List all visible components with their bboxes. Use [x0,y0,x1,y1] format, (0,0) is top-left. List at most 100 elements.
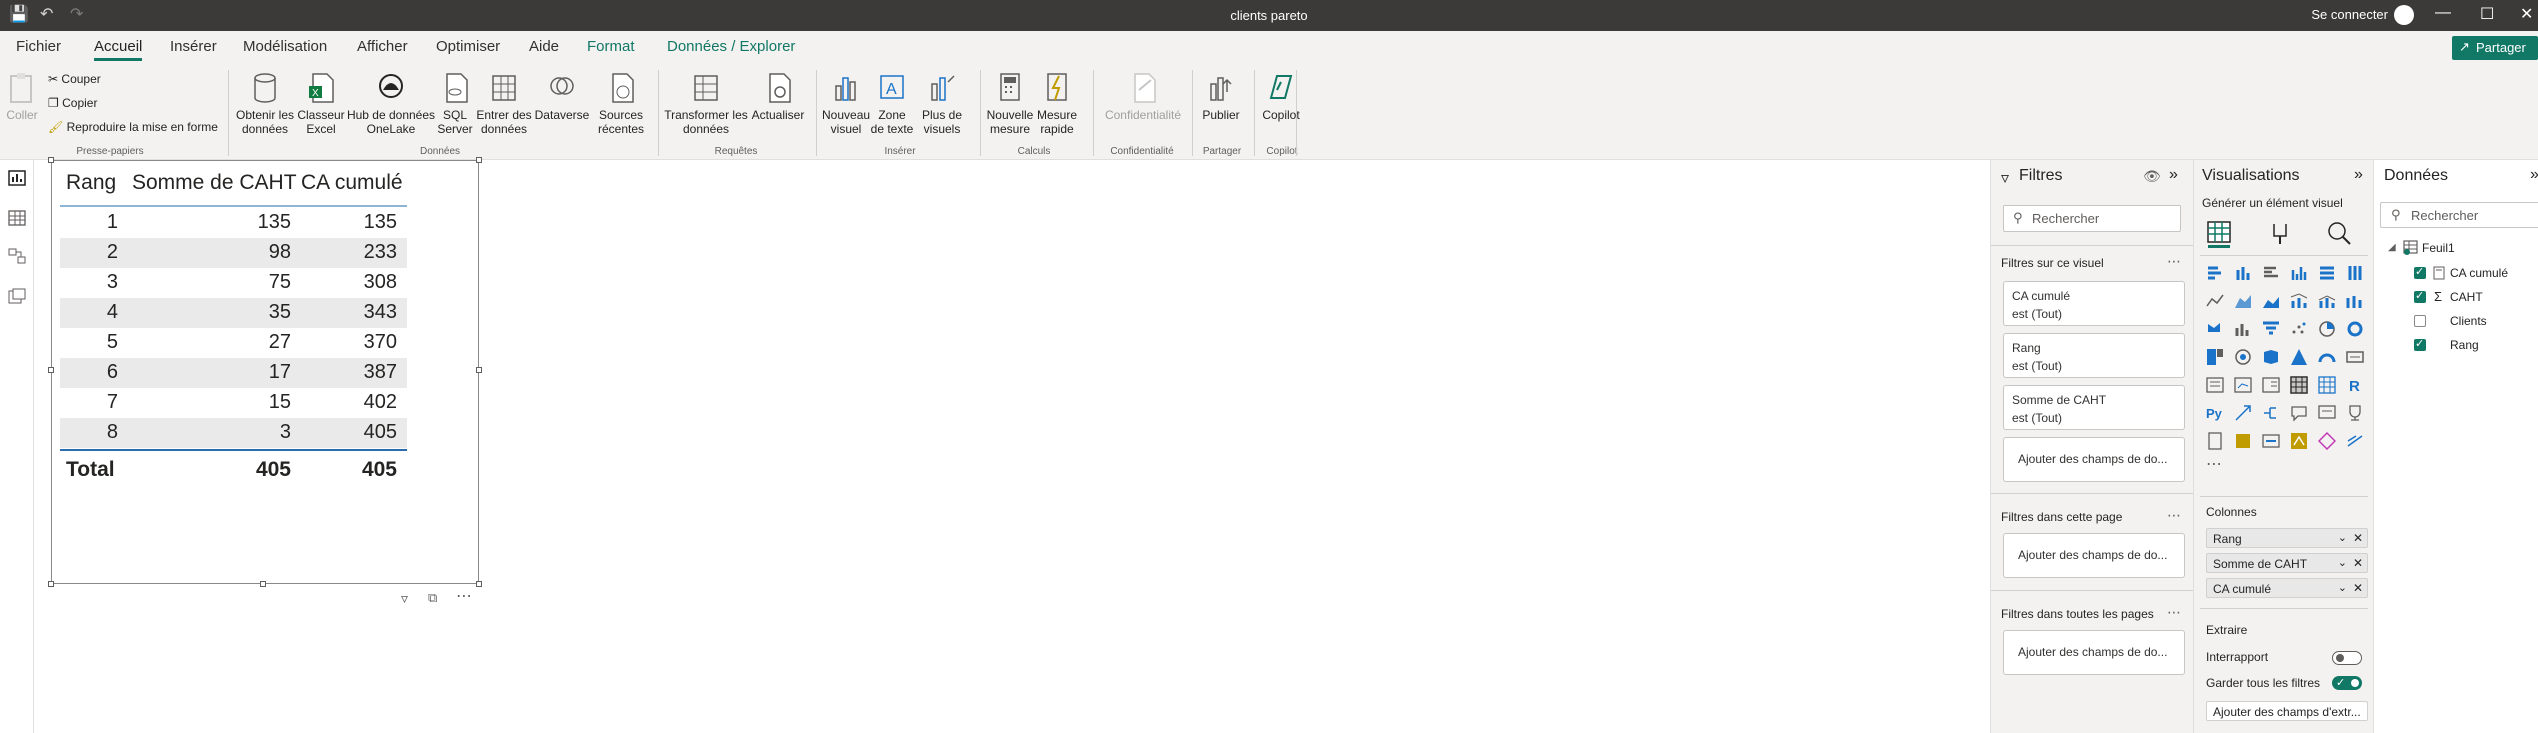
new-measure-button[interactable]: Nouvelle mesure [986,72,1034,136]
maximize-icon[interactable]: ☐ [2480,4,2494,24]
qa-icon[interactable] [2290,404,2308,422]
publish-button[interactable]: Publier [1198,72,1244,122]
refresh-button[interactable]: Actualiser [748,72,808,122]
tab-aide[interactable]: Aide [529,38,559,55]
line-stacked-column-icon[interactable] [2318,292,2336,310]
sensitivity-button[interactable]: Confidentialité [1100,72,1186,122]
pie-chart-icon[interactable] [2318,320,2336,338]
chevron-down-icon[interactable]: ⌄ [2338,581,2347,594]
narrative-icon[interactable] [2318,404,2336,422]
filter-card-somme-caht[interactable]: Somme de CAHT est (Tout) [2003,385,2185,430]
remove-field-icon[interactable]: ✕ [2353,581,2363,595]
chevron-down-icon[interactable]: ◢ [2388,242,2396,253]
table-row[interactable]: 2 98 233 [60,238,407,268]
close-icon[interactable]: ✕ [2520,4,2533,24]
minimize-icon[interactable]: — [2435,4,2451,22]
tab-fichier[interactable]: Fichier [16,38,61,55]
keep-filters-toggle[interactable]: ✓ [2332,676,2362,690]
field-checkbox[interactable]: ✓ [2414,338,2426,351]
map-icon[interactable] [2234,348,2252,366]
tab-accueil[interactable]: Accueil [94,38,143,61]
share-button[interactable]: ↗ Partager [2452,36,2538,60]
remove-field-icon[interactable]: ✕ [2353,556,2363,570]
get-data-button[interactable]: Obtenir les données [234,72,296,136]
collapse-visualizations-icon[interactable]: » [2354,166,2363,184]
focus-mode-icon[interactable]: ⧉ [428,590,437,606]
table-view-icon[interactable] [8,210,26,226]
more-visuals-button[interactable]: Plus de visuels [914,72,970,136]
more-icon[interactable]: ⋯ [2167,604,2182,621]
report-view-icon[interactable] [8,170,26,186]
azure-map-icon[interactable] [2290,348,2308,366]
stacked-bar-chart-icon[interactable] [2206,264,2224,282]
filters-search-input[interactable]: ⚲ Rechercher [2003,205,2181,232]
more-visuals-icon[interactable]: ⋯ [2206,454,2222,474]
format-painter-button[interactable]: 🖌 Reproduire la mise en forme [48,120,218,134]
clustered-bar-chart-icon[interactable] [2262,264,2280,282]
power-apps-icon[interactable] [2234,432,2252,450]
transform-data-button[interactable]: Transformer les données [664,72,748,136]
field-checkbox[interactable]: ✓ [2414,290,2426,303]
resize-handle[interactable] [260,581,266,587]
python-visual-icon[interactable]: Py [2206,404,2224,422]
table-visual[interactable]: Rang Somme de CAHT CA cumulé 1 135 135 2… [48,157,482,587]
copilot-button[interactable]: Copilot [1258,72,1304,122]
line-chart-icon[interactable] [2206,292,2224,310]
arcgis-icon[interactable] [2290,432,2308,450]
recent-sources-button[interactable]: Sources récentes [590,72,652,136]
field-rang[interactable]: Rang [2450,338,2479,352]
table-visual-icon[interactable] [2290,376,2308,394]
collapse-filters-icon[interactable]: » [2169,166,2178,184]
table-row[interactable]: 1 135 135 [60,208,407,238]
kpi-icon[interactable] [2234,376,2252,394]
onelake-button[interactable]: Hub de données OneLake [346,72,436,136]
cross-report-toggle[interactable] [2332,651,2362,665]
more-icon[interactable]: ⋯ [2167,507,2182,524]
excel-button[interactable]: X Classeur Excel [296,72,346,136]
field-checkbox[interactable]: ✓ [2414,266,2426,279]
column-header-ca-cumule[interactable]: CA cumulé [301,171,403,195]
funnel-icon[interactable] [2262,320,2280,338]
filter-card-rang[interactable]: Rang est (Tout) [2003,333,2185,378]
filled-map-icon[interactable] [2262,348,2280,366]
table-row[interactable]: 5 27 370 [60,328,407,358]
well-field-rang[interactable]: Rang ⌄ ✕ [2206,528,2368,548]
100-bar-chart-icon[interactable] [2318,264,2336,282]
add-report-filter-field[interactable]: Ajouter des champs de do... [2003,630,2185,675]
r-visual-icon[interactable]: R [2346,376,2364,394]
funnel-chart-icon[interactable] [2234,320,2252,338]
scatter-chart-icon[interactable] [2290,320,2308,338]
decomposition-tree-icon[interactable] [2262,404,2280,422]
filter-icon[interactable]: ▿ [401,590,408,607]
100-column-chart-icon[interactable] [2346,264,2364,282]
analytics-tab-icon[interactable] [2326,220,2352,246]
add-visual-filter-field[interactable]: Ajouter des champs de do... [2003,437,2185,482]
treemap-icon[interactable] [2206,348,2224,366]
table-row[interactable]: 7 15 402 [60,388,407,418]
quick-measure-button[interactable]: Mesure rapide [1034,72,1080,136]
model-view-icon[interactable] [8,248,26,264]
waterfall-chart-icon[interactable] [2206,320,2224,338]
cut-button[interactable]: ✂ Couper [48,72,101,86]
paste-button[interactable]: Coller [4,72,40,122]
table-row[interactable]: 4 35 343 [60,298,407,328]
clustered-column-chart-icon[interactable] [2290,264,2308,282]
sql-server-button[interactable]: SQL Server [436,72,474,136]
tab-afficher[interactable]: Afficher [357,38,408,55]
resize-handle[interactable] [48,157,54,163]
donut-chart-icon[interactable] [2346,320,2364,338]
dax-query-icon[interactable] [8,288,26,304]
resize-handle[interactable] [476,581,482,587]
key-influencers-icon[interactable] [2234,404,2252,422]
goals-icon[interactable] [2346,404,2364,422]
tab-format[interactable]: Format [587,38,635,55]
copy-button[interactable]: ❐ Copier [48,96,97,110]
resize-handle[interactable] [476,367,482,373]
resize-handle[interactable] [48,581,54,587]
stacked-area-chart-icon[interactable] [2262,292,2280,310]
remove-field-icon[interactable]: ✕ [2353,531,2363,545]
sign-in-link[interactable]: Se connecter [2311,7,2388,22]
chevron-down-icon[interactable]: ⌄ [2338,556,2347,569]
resize-handle[interactable] [476,157,482,163]
gauge-icon[interactable] [2318,348,2336,366]
